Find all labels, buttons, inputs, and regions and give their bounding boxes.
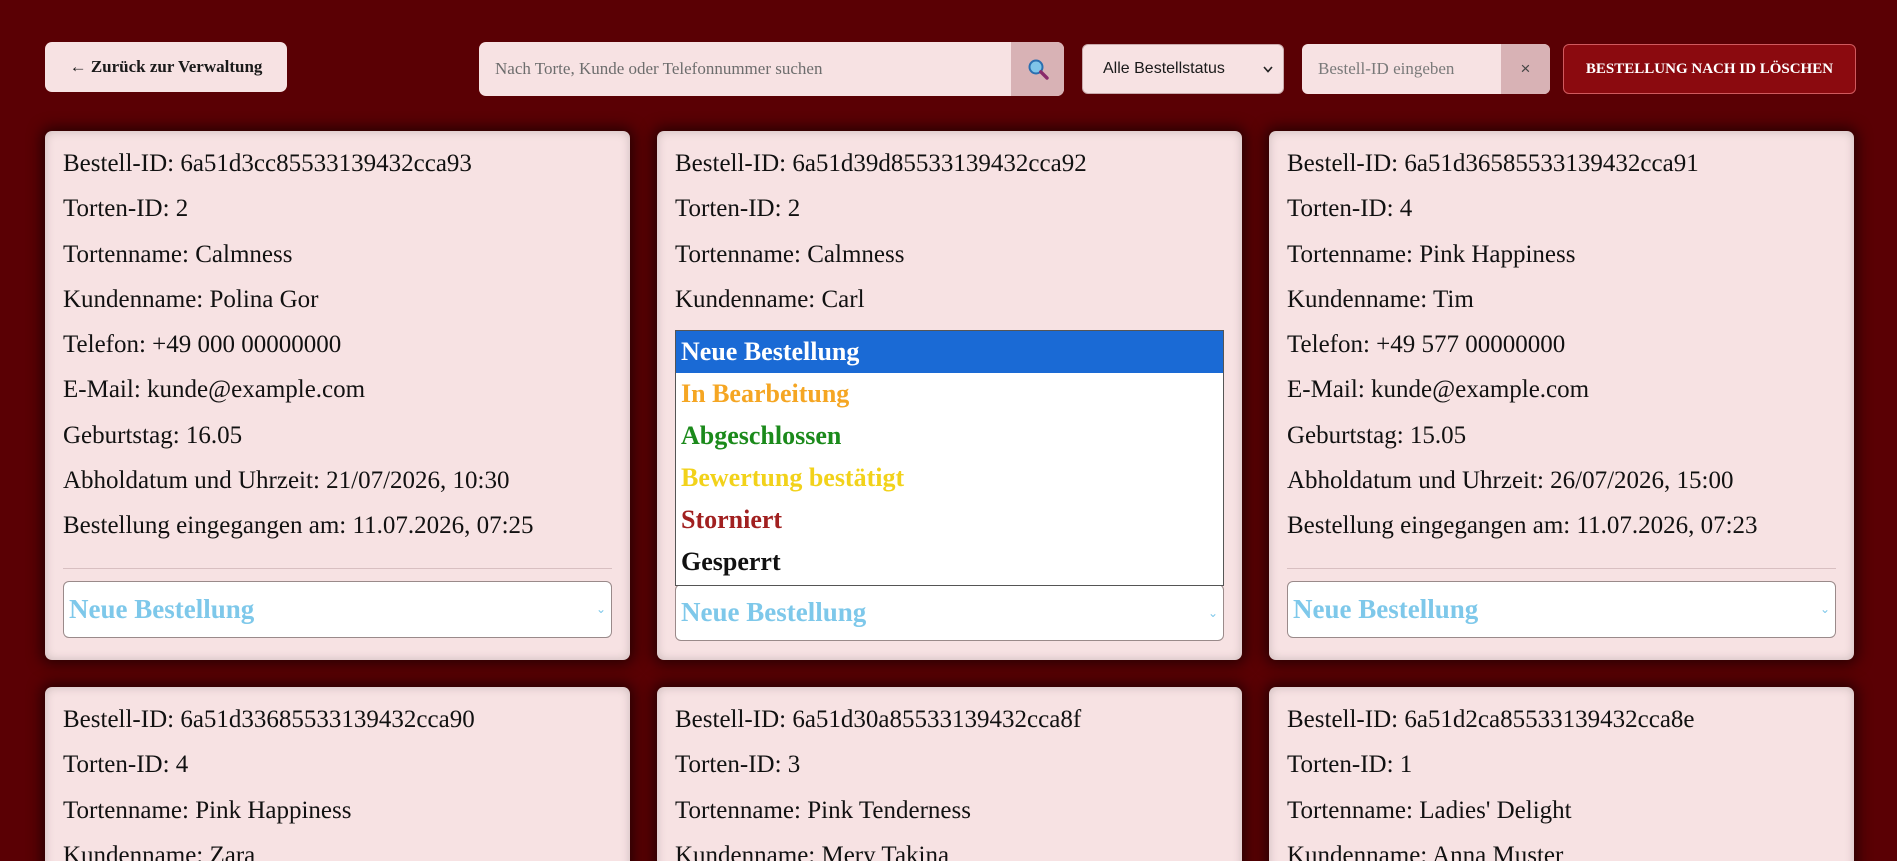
order-card: Bestell-ID: 6a51d30a85533139432cca8f Tor…: [657, 687, 1242, 861]
cake-id: Torten-ID: 2: [63, 195, 189, 223]
order-status-select[interactable]: Neue Bestellung ⌄: [63, 580, 612, 638]
search-input[interactable]: [479, 42, 1011, 96]
order-card: Bestell-ID: 6a51d36585533139432cca91 Tor…: [1269, 131, 1854, 660]
birthday: Geburtstag: 15.05: [1287, 421, 1467, 449]
cake-id: Torten-ID: 4: [63, 751, 189, 779]
search-icon: [1028, 59, 1049, 80]
order-id: Bestell-ID: 6a51d30a85533139432cca8f: [675, 706, 1082, 733]
toolbar: ← Zurück zur Verwaltung Alle Bestellstat…: [0, 0, 1897, 110]
status-filter-select[interactable]: Alle Bestellstatus: [1082, 44, 1284, 94]
status-option-abgeschlossen[interactable]: Abgeschlossen: [676, 415, 1223, 457]
order-status-value: Neue Bestellung: [69, 593, 255, 624]
order-status-select[interactable]: Neue Bestellung ⌄: [675, 584, 1224, 641]
phone: Telefon: +49 577 00000000: [1287, 331, 1566, 359]
order-id-field: ×: [1302, 44, 1550, 94]
order-id: Bestell-ID: 6a51d33685533139432cca90: [63, 706, 475, 733]
order-received: Bestellung eingegangen am: 11.07.2026, 0…: [1287, 512, 1758, 540]
birthday: Geburtstag: 16.05: [63, 421, 243, 449]
chevron-down-icon: ⌄: [1207, 605, 1218, 620]
order-id: Bestell-ID: 6a51d2ca85533139432cca8e: [1287, 706, 1695, 733]
pickup-datetime: Abholdatum und Uhrzeit: 21/07/2026, 10:3…: [63, 467, 510, 495]
cake-name: Tortenname: Pink Tenderness: [675, 796, 971, 824]
cake-id: Torten-ID: 2: [675, 195, 801, 223]
order-status-value: Neue Bestellung: [1293, 593, 1479, 624]
customer-name: Kundenname: Mery Takina: [675, 841, 950, 861]
divider: [1287, 567, 1836, 569]
pickup-datetime: Abholdatum und Uhrzeit: 26/07/2026, 15:0…: [1287, 467, 1734, 495]
order-id-input[interactable]: [1302, 44, 1501, 94]
chevron-down-icon: ⌄: [1819, 602, 1830, 617]
status-option-in-bearbeitung[interactable]: In Bearbeitung: [676, 373, 1223, 415]
cake-id: Torten-ID: 4: [1287, 195, 1413, 223]
email: E-Mail: kunde@example.com: [1287, 376, 1590, 404]
chevron-down-icon: [1263, 65, 1273, 73]
cake-name: Tortenname: Ladies' Delight: [1287, 796, 1572, 824]
status-dropdown-list: Neue Bestellung In Bearbeitung Abgeschlo…: [675, 330, 1224, 586]
status-filter-value: Alle Bestellstatus: [1103, 60, 1225, 77]
order-id: Bestell-ID: 6a51d39d85533139432cca92: [675, 150, 1087, 177]
order-status-value: Neue Bestellung: [681, 597, 867, 627]
cake-name: Tortenname: Calmness: [63, 240, 293, 268]
email: E-Mail: kunde@example.com: [63, 376, 366, 404]
order-received: Bestellung eingegangen am: 11.07.2026, 0…: [63, 512, 534, 540]
search-bar: [479, 42, 1064, 96]
cake-id: Torten-ID: 3: [675, 751, 801, 779]
status-option-bewertung-bestaetigt[interactable]: Bewertung bestätigt: [676, 457, 1223, 499]
customer-name: Kundenname: Tim: [1287, 285, 1474, 313]
customer-name: Kundenname: Anna Muster: [1287, 841, 1564, 861]
order-card: Bestell-ID: 6a51d2ca85533139432cca8e Tor…: [1269, 687, 1854, 861]
status-option-storniert[interactable]: Storniert: [676, 499, 1223, 541]
chevron-down-icon: ⌄: [595, 602, 606, 617]
order-card: Bestell-ID: 6a51d3cc85533139432cca93 Tor…: [45, 131, 630, 660]
status-option-neue-bestellung[interactable]: Neue Bestellung: [676, 331, 1223, 373]
divider: [63, 567, 612, 569]
cake-id: Torten-ID: 1: [1287, 751, 1413, 779]
customer-name: Kundenname: Zara: [63, 841, 256, 861]
order-card: Bestell-ID: 6a51d33685533139432cca90 Tor…: [45, 687, 630, 861]
delete-order-by-id-button[interactable]: BESTELLUNG NACH ID LÖSCHEN: [1563, 44, 1856, 94]
customer-name: Kundenname: Carl: [675, 285, 865, 313]
status-option-gesperrt[interactable]: Gesperrt: [676, 541, 1223, 583]
order-status-select[interactable]: Neue Bestellung ⌄: [1287, 580, 1836, 638]
cake-name: Tortenname: Calmness: [675, 240, 905, 268]
phone: Telefon: +49 000 00000000: [63, 331, 342, 359]
order-id: Bestell-ID: 6a51d36585533139432cca91: [1287, 150, 1699, 177]
clear-id-button[interactable]: ×: [1501, 44, 1550, 94]
search-button[interactable]: [1011, 42, 1064, 96]
order-id: Bestell-ID: 6a51d3cc85533139432cca93: [63, 150, 472, 177]
back-to-admin-button[interactable]: ← Zurück zur Verwaltung: [45, 42, 287, 92]
cake-name: Tortenname: Pink Happiness: [63, 796, 352, 824]
cake-name: Tortenname: Pink Happiness: [1287, 240, 1576, 268]
customer-name: Kundenname: Polina Gor: [63, 285, 319, 313]
